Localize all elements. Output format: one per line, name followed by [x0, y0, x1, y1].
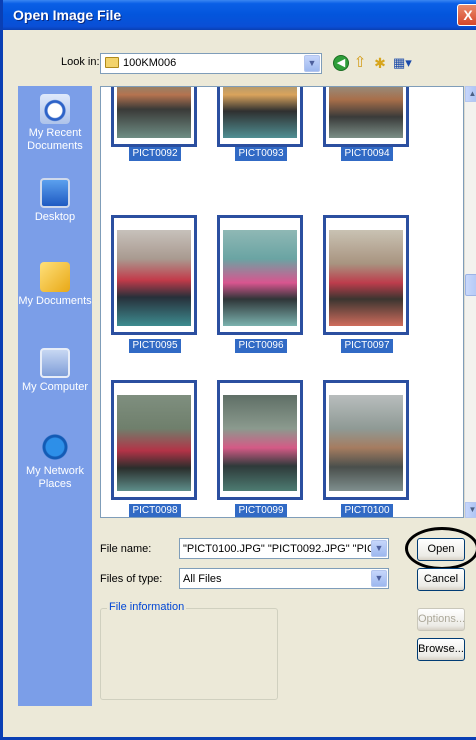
places-my-computer[interactable]: My Computer: [18, 348, 92, 394]
browse-button[interactable]: Browse...: [417, 638, 465, 661]
places-my-recent-documents[interactable]: My Recent Documents: [18, 94, 92, 153]
look-in-dropdown[interactable]: 100KM006 ▼: [100, 53, 322, 74]
thumbnail-image: [329, 87, 403, 138]
place-label: My Computer: [21, 381, 89, 393]
up-folder-icon: ⇧: [353, 54, 367, 71]
look-in-value: 100KM006: [123, 57, 177, 69]
file-name-label: File name:: [100, 543, 152, 555]
file-name-label: PICT0099: [235, 504, 287, 517]
file-name-label: PICT0092: [129, 147, 181, 161]
file-name-label: PICT0097: [341, 339, 393, 353]
thumbnail-frame: [111, 380, 197, 500]
place-label: My Documents: [18, 295, 92, 307]
thumbnail-frame: [111, 215, 197, 335]
my-documents-icon: [40, 262, 70, 292]
close-icon: X: [463, 7, 473, 23]
window-title: Open Image File: [13, 7, 122, 23]
scrollbar-thumb[interactable]: [465, 274, 476, 296]
place-label: Desktop: [34, 211, 76, 223]
scroll-down-button[interactable]: ▼: [465, 502, 476, 518]
places-bar: My Recent Documents Desktop My Documents…: [18, 86, 92, 706]
thumbnail-image: [329, 395, 403, 491]
file-name-label: PICT0098: [129, 504, 181, 517]
file-name-value: "PICT0100.JPG" "PICT0092.JPG" "PICT0093.: [183, 543, 371, 555]
thumbnail-image: [117, 395, 191, 491]
chevron-down-icon: ▼: [468, 505, 476, 514]
views-icon: ▦▾: [393, 55, 412, 70]
thumbnail-frame: [217, 87, 303, 147]
thumbnail-frame: [323, 87, 409, 147]
create-new-folder-button[interactable]: ✱: [372, 55, 388, 71]
files-of-type-label: Files of type:: [100, 573, 163, 585]
open-button[interactable]: Open: [417, 538, 465, 561]
file-name-label: PICT0096: [235, 339, 287, 353]
file-information-group: File information: [100, 601, 278, 700]
thumbnail-image: [223, 87, 297, 138]
chevron-down-icon[interactable]: ▼: [371, 570, 387, 587]
thumbnail-image: [223, 230, 297, 326]
thumbnail-frame: [323, 215, 409, 335]
my-computer-icon: [40, 348, 70, 378]
options-button: Options...: [417, 608, 465, 631]
chevron-up-icon: ▲: [468, 89, 476, 98]
files-of-type-value: All Files: [183, 573, 222, 585]
file-name-label: PICT0100: [341, 504, 393, 517]
thumbnail-image: [117, 230, 191, 326]
back-arrow-icon: ◀: [336, 57, 346, 69]
files-of-type-dropdown[interactable]: All Files ▼: [179, 568, 389, 589]
file-name-label: PICT0094: [341, 147, 393, 161]
views-menu-button[interactable]: ▦▾: [393, 55, 415, 71]
place-label: My Network: [25, 465, 85, 477]
cancel-button[interactable]: Cancel: [417, 568, 465, 591]
scroll-up-button[interactable]: ▲: [465, 86, 476, 102]
place-label: My Recent: [28, 127, 82, 139]
thumbnail-frame: [323, 380, 409, 500]
thumbnail-image: [329, 230, 403, 326]
title-bar[interactable]: Open Image File X: [3, 0, 476, 30]
network-places-icon: [40, 432, 70, 462]
thumbnail-frame: [111, 87, 197, 147]
close-button[interactable]: X: [457, 4, 476, 26]
recent-documents-icon: [40, 94, 70, 124]
file-name-input[interactable]: "PICT0100.JPG" "PICT0092.JPG" "PICT0093.…: [179, 538, 389, 559]
new-folder-icon: ✱: [374, 55, 386, 71]
place-label-line2: Documents: [27, 140, 83, 152]
places-my-network-places[interactable]: My Network Places: [18, 432, 92, 491]
thumbnail-frame: [217, 380, 303, 500]
file-information-legend: File information: [107, 601, 187, 613]
places-desktop[interactable]: Desktop: [18, 178, 92, 224]
file-name-label: PICT0095: [129, 339, 181, 353]
thumbnail-image: [117, 87, 191, 138]
desktop-icon: [40, 178, 70, 208]
thumbnail-frame: [217, 215, 303, 335]
thumbnail-image: [223, 395, 297, 491]
places-my-documents[interactable]: My Documents: [18, 262, 92, 308]
file-name-label: PICT0093: [235, 147, 287, 161]
look-in-label: Look in:: [61, 56, 100, 68]
file-list-view[interactable]: PICT0092 PICT0093 PICT0094 PICT0095 PICT…: [100, 86, 464, 518]
chevron-down-icon[interactable]: ▼: [304, 55, 320, 72]
chevron-down-icon[interactable]: ▼: [371, 540, 387, 557]
up-one-level-button[interactable]: ⇧: [352, 55, 368, 71]
back-button[interactable]: ◀: [333, 55, 349, 71]
open-image-file-dialog: Open Image File X Look in: 100KM006 ▼ ◀ …: [0, 0, 476, 740]
folder-icon: [105, 57, 119, 68]
vertical-scrollbar[interactable]: ▲ ▼: [464, 86, 476, 518]
place-label-line2: Places: [38, 478, 72, 490]
